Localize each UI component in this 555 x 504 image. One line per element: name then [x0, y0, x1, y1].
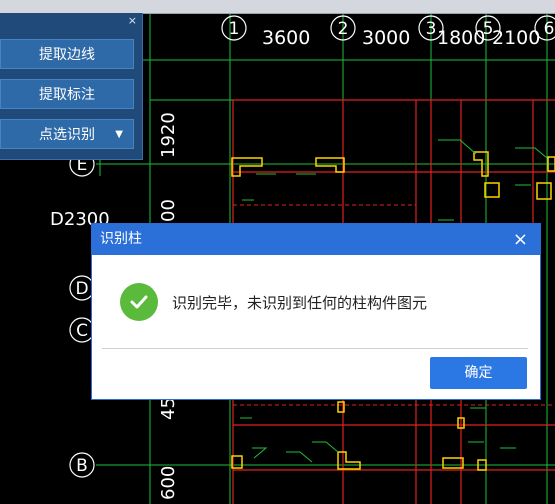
point-select-identify-label: 点选识别	[39, 127, 95, 143]
ok-button[interactable]: 确定	[430, 357, 527, 389]
extract-annotation-label: 提取标注	[39, 87, 95, 103]
floating-tool-panel: × 提取边线 提取标注 点选识别 ▼	[0, 13, 143, 160]
identify-column-dialog: 识别柱 × 识别完毕，未识别到任何的柱构件图元 确定	[91, 223, 541, 400]
axis-label-left-b: B	[76, 456, 88, 476]
axis-label-top-1: 1	[229, 19, 240, 39]
dialog-title-bar: 识别柱 ×	[92, 224, 540, 255]
extract-edge-label: 提取边线	[39, 47, 95, 63]
axis-label-left-c: C	[76, 321, 88, 341]
axis-label-left-d: D	[75, 279, 88, 299]
dim-3600: 3600	[262, 27, 310, 49]
dim-00: 00	[158, 199, 179, 222]
dim-600: 600	[158, 466, 179, 500]
window-top-bar	[0, 0, 555, 14]
panel-close-icon[interactable]: ×	[128, 14, 137, 27]
axis-label-top-2: 2	[338, 19, 349, 39]
dim-1800: 1800	[437, 27, 485, 49]
extract-edge-button[interactable]: 提取边线	[0, 39, 134, 69]
extract-annotation-button[interactable]: 提取标注	[0, 79, 134, 109]
point-select-identify-button[interactable]: 点选识别 ▼	[0, 119, 134, 149]
dim-2100: 2100	[492, 27, 540, 49]
axis-label-top-6: 6	[544, 19, 555, 39]
dim-3000: 3000	[362, 27, 410, 49]
dim-1920: 1920	[158, 112, 179, 158]
dialog-title: 识别柱	[100, 231, 142, 247]
dialog-message: 识别完毕，未识别到任何的柱构件图元	[172, 293, 428, 312]
dialog-close-icon[interactable]: ×	[513, 224, 528, 255]
dialog-divider	[102, 348, 528, 349]
dim-45: 45	[158, 397, 179, 420]
axis-label-top-3: 3	[426, 19, 437, 39]
success-check-icon	[120, 283, 158, 321]
top-dimensions: 3600 3000 1800 2100	[262, 27, 540, 49]
ok-button-label: 确定	[464, 365, 493, 381]
dialog-message-row: 识别完毕，未识别到任何的柱构件图元	[120, 283, 427, 321]
dropdown-caret-icon[interactable]: ▼	[115, 120, 123, 150]
